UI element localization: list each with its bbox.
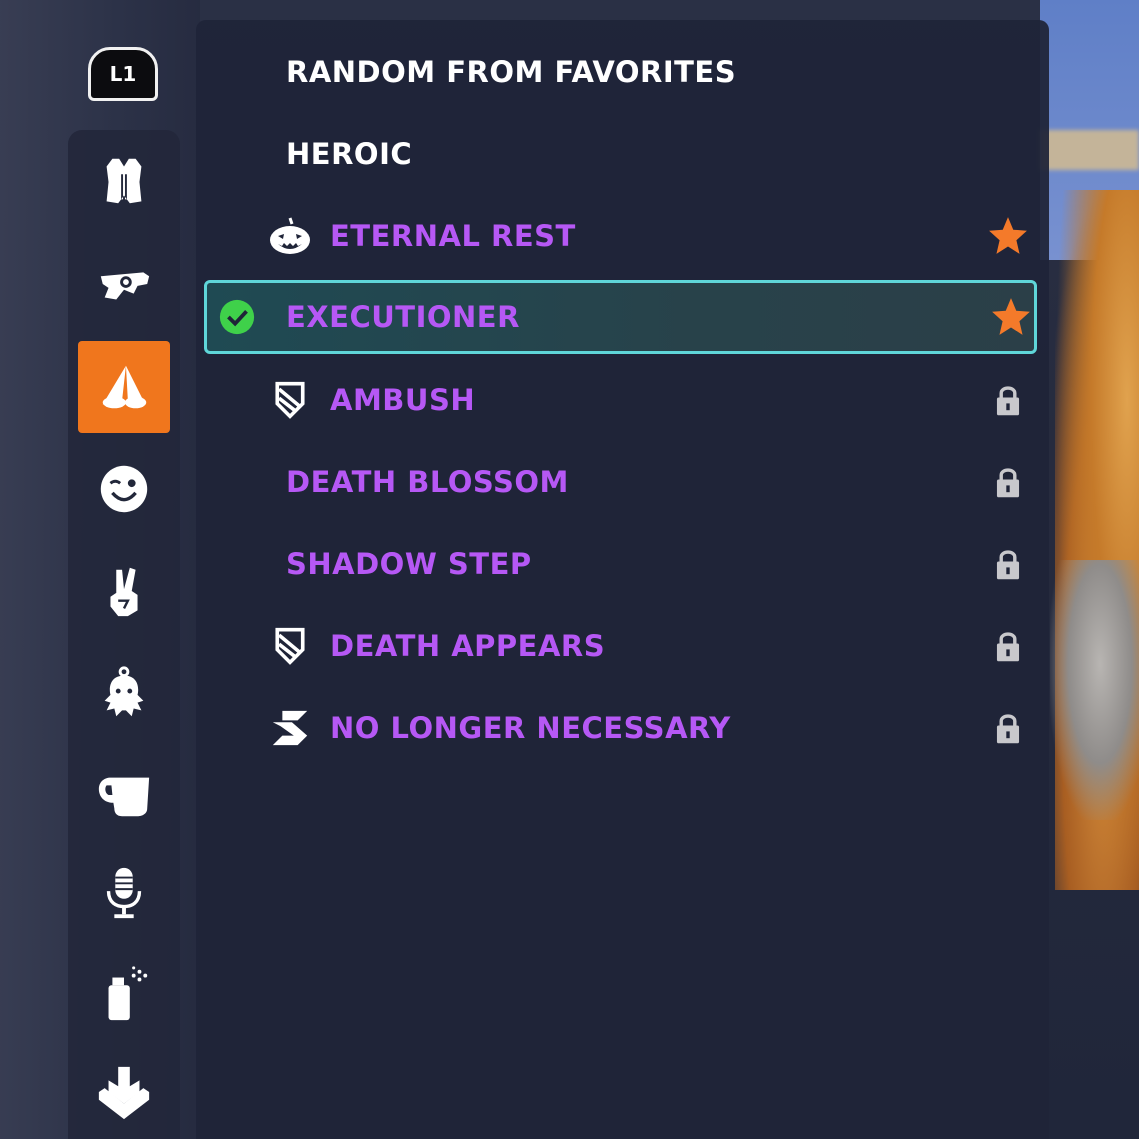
season-s-icon <box>268 706 312 750</box>
list-item-label: EXECUTIONER <box>286 300 520 334</box>
arrow-down-icon <box>98 1066 150 1120</box>
list-item[interactable]: NO LONGER NECESSARY <box>196 691 1049 765</box>
list-item[interactable]: DEATH BLOSSOM <box>196 445 1049 519</box>
shield-event-icon <box>268 378 312 422</box>
vest-icon <box>106 158 142 204</box>
list-item-label: ETERNAL REST <box>330 219 576 253</box>
weapon-charm-icon <box>100 272 150 300</box>
sidebar-item-souvenirs[interactable] <box>78 647 170 739</box>
list-item-label: DEATH BLOSSOM <box>286 465 569 499</box>
list-item[interactable]: ETERNAL REST <box>196 199 1049 273</box>
lock-icon <box>984 540 1032 588</box>
favorite-star-icon[interactable] <box>984 212 1032 260</box>
list-item[interactable]: SHADOW STEP <box>196 527 1049 601</box>
peace-hand-icon <box>110 567 138 617</box>
sidebar-item-weapons[interactable] <box>78 238 170 330</box>
list-item-selected[interactable]: EXECUTIONER <box>204 280 1037 354</box>
list-item[interactable]: DEATH APPEARS <box>196 609 1049 683</box>
lock-icon <box>984 622 1032 670</box>
sidebar-item-victory-poses[interactable] <box>78 545 170 637</box>
l1-label: L1 <box>109 62 137 86</box>
microphone-icon <box>106 867 142 919</box>
spray-can-icon <box>108 966 148 1021</box>
list-item-label: DEATH APPEARS <box>330 629 606 663</box>
list-item-label: HEROIC <box>286 137 413 171</box>
list-item-label: RANDOM FROM FAVORITES <box>286 55 737 89</box>
octopus-charm-icon <box>104 666 144 717</box>
shield-event-icon <box>268 624 312 668</box>
equipped-check-icon <box>215 295 259 339</box>
sidebar-item-emotes[interactable] <box>78 341 170 433</box>
pumpkin-icon <box>268 214 312 258</box>
list-item-label: NO LONGER NECESSARY <box>330 711 731 745</box>
l1-button-hint: L1 <box>88 47 158 101</box>
mug-icon <box>98 777 150 817</box>
sidebar-item-sprays-wink[interactable] <box>78 443 170 535</box>
emote-list-panel: RANDOM FROM FAVORITES HEROIC ETERNAL RES… <box>196 20 1049 1139</box>
list-item[interactable]: AMBUSH <box>196 363 1049 437</box>
sidebar-item-skins[interactable] <box>78 136 170 228</box>
sidebar-item-voice-lines[interactable] <box>78 847 170 939</box>
sidebar-item-sprays[interactable] <box>78 947 170 1039</box>
lock-icon <box>984 458 1032 506</box>
sidebar-item-highlight-intros[interactable] <box>78 749 170 841</box>
list-item[interactable]: RANDOM FROM FAVORITES <box>196 35 1049 109</box>
emote-icon <box>102 365 147 409</box>
list-item[interactable]: HEROIC <box>196 117 1049 191</box>
favorite-star-icon[interactable] <box>987 293 1035 341</box>
sidebar-item-highlight[interactable] <box>78 1046 170 1138</box>
list-item-label: SHADOW STEP <box>286 547 532 581</box>
lock-icon <box>984 704 1032 752</box>
list-item-label: AMBUSH <box>330 383 476 417</box>
category-sidebar <box>68 130 180 1139</box>
wink-face-icon <box>100 465 148 513</box>
lock-icon <box>984 376 1032 424</box>
